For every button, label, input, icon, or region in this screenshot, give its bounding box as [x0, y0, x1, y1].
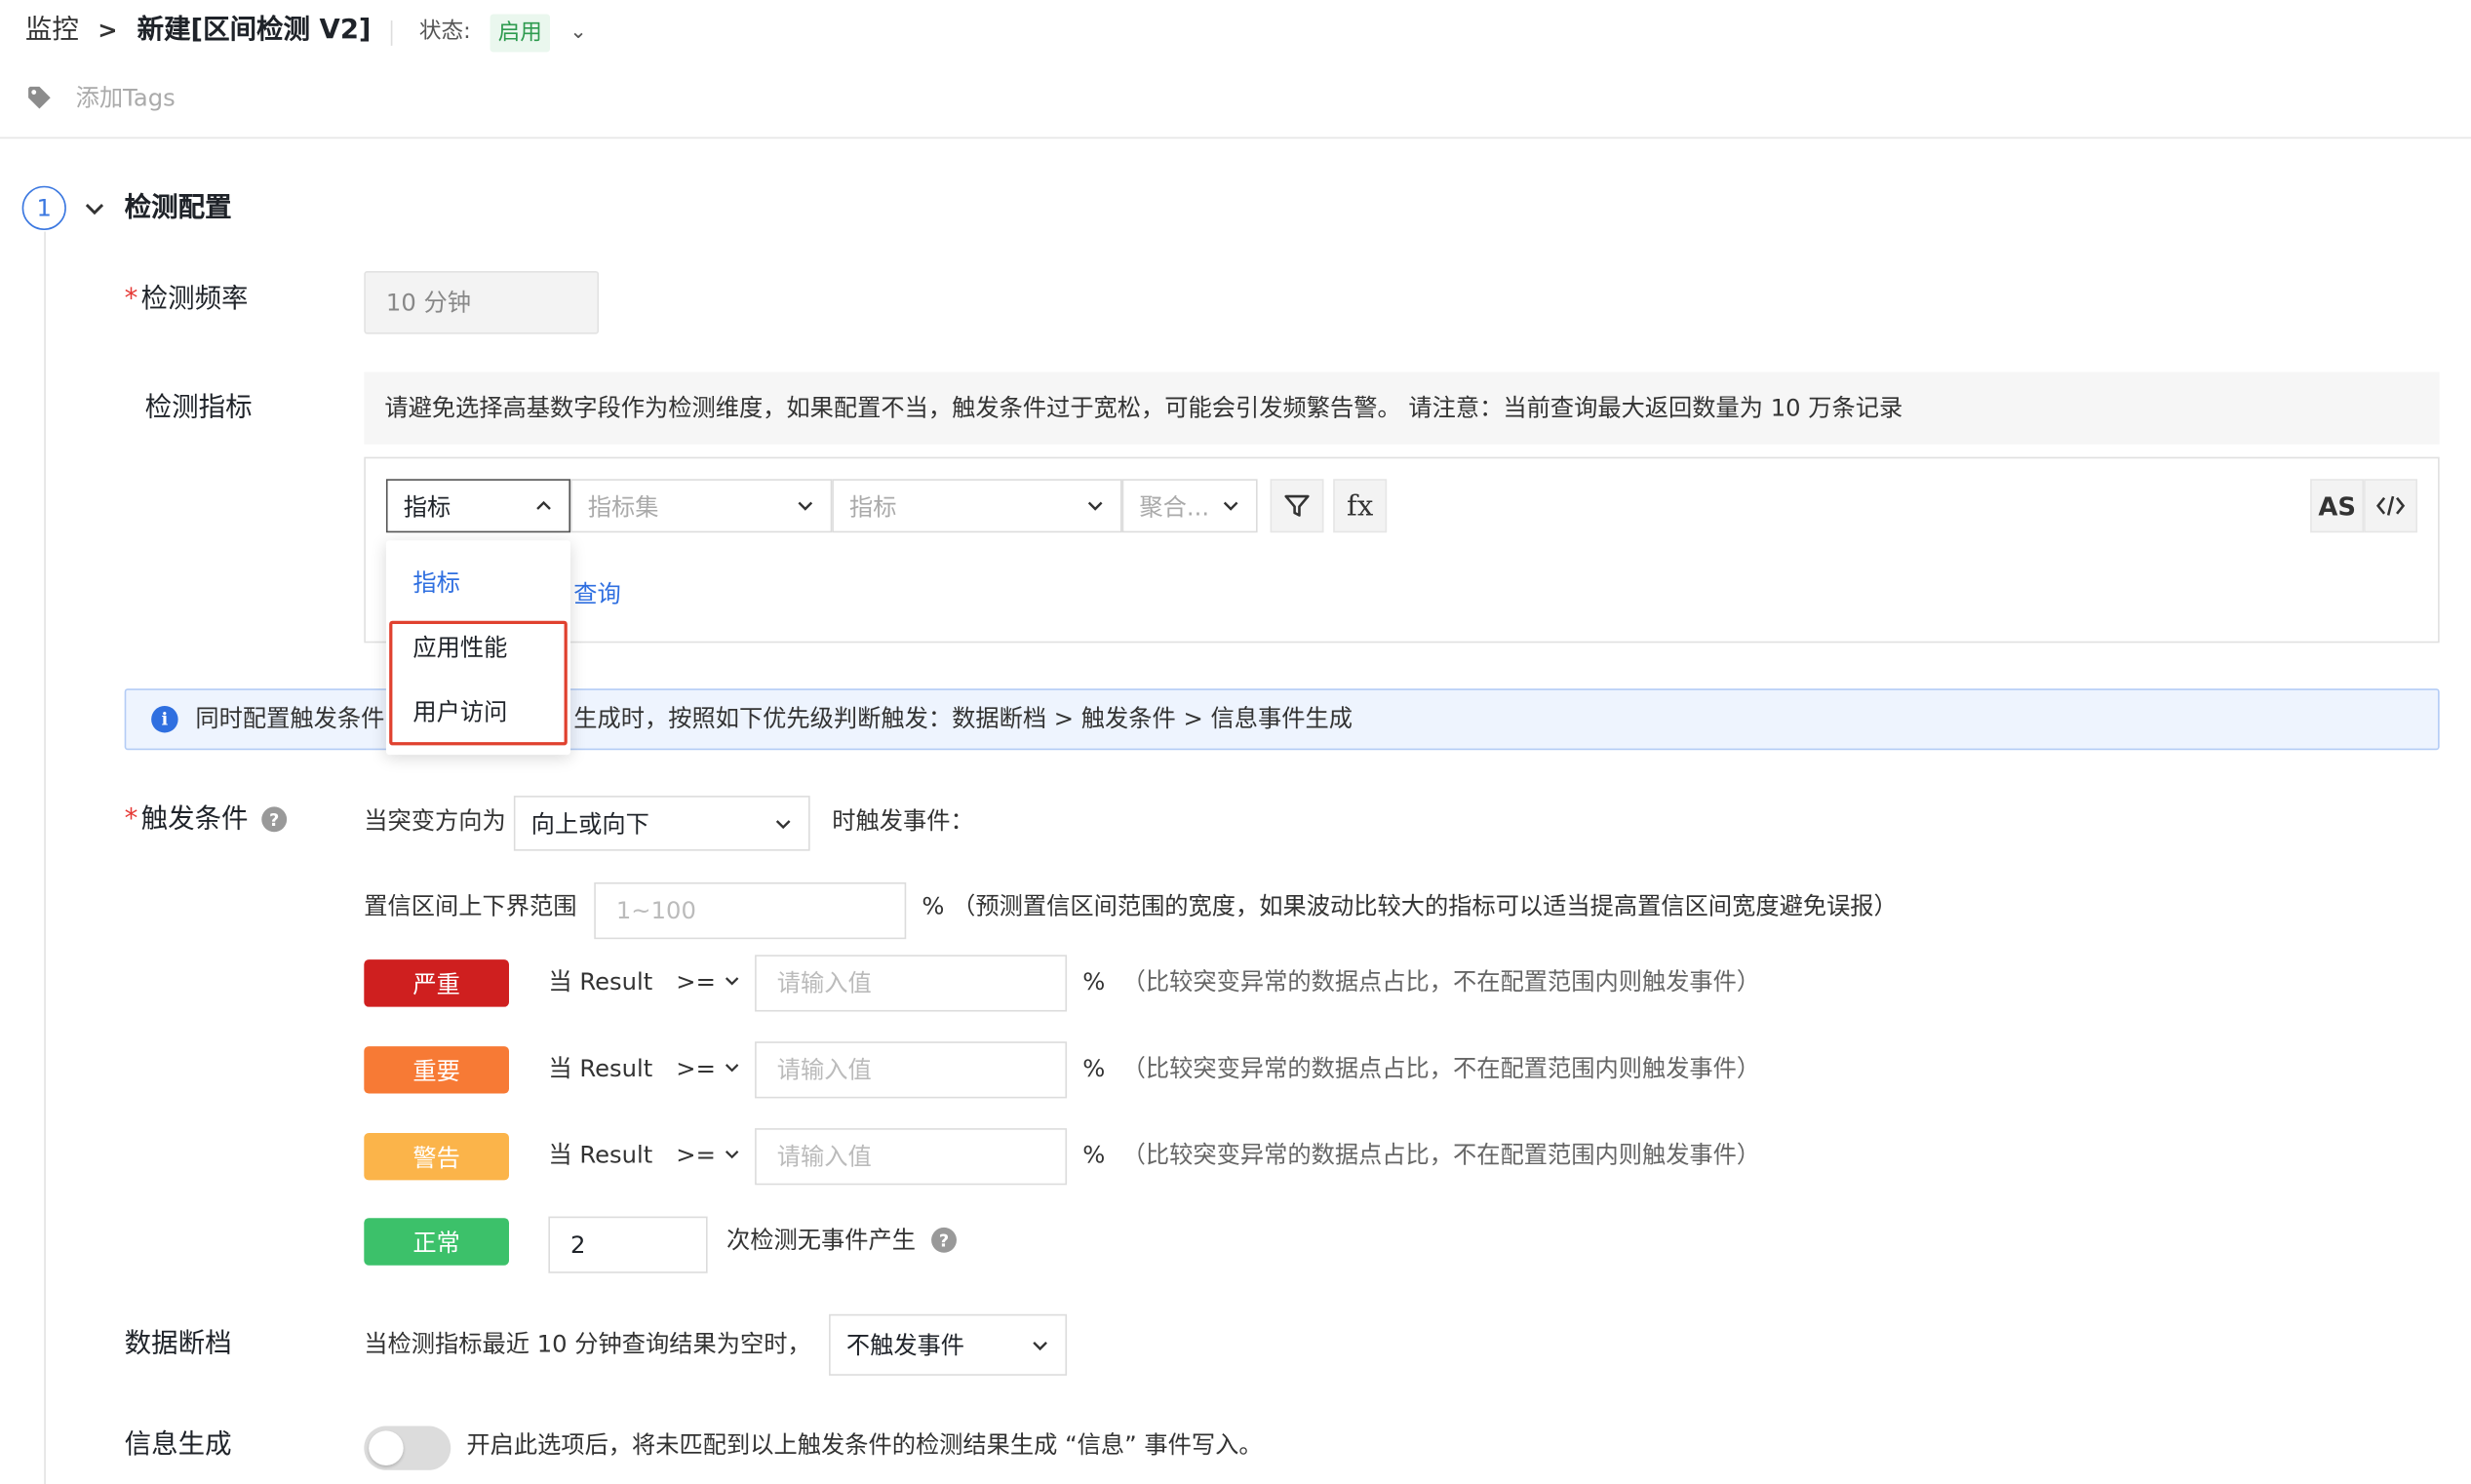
important-threshold-input[interactable]: 请输入值: [755, 1041, 1068, 1099]
metric-placeholder: 指标: [849, 492, 897, 522]
critical-threshold-input[interactable]: 请输入值: [755, 955, 1068, 1012]
trigger-label: * 触发条件: [124, 803, 249, 836]
severity-normal-badge: 正常: [364, 1218, 509, 1266]
infogen-text: 开启此选项后，将未匹配到以上触发条件的检测结果生成 “信息” 事件写入。: [466, 1430, 1263, 1460]
aggregate-select[interactable]: 聚合...: [1121, 479, 1258, 533]
chevron-down-icon: [725, 977, 739, 986]
infogen-label: 信息生成: [124, 1428, 232, 1462]
section-title: 检测配置: [124, 192, 232, 224]
alias-button[interactable]: AS: [2310, 479, 2365, 533]
direction-value: 向上或向下: [530, 809, 649, 839]
step-line: [44, 231, 46, 1484]
unit-label: %: [1082, 967, 1106, 996]
operator-select[interactable]: >=: [676, 1057, 740, 1080]
filter-icon: [1284, 494, 1310, 517]
unit-label: %: [1082, 1054, 1106, 1083]
frequency-field[interactable]: 10 分钟: [364, 270, 600, 334]
metric-select[interactable]: 指标: [832, 479, 1122, 533]
range-hint: % （预测置信区间范围的宽度，如果波动比较大的指标可以适当提高置信区间宽度避免误…: [922, 891, 1898, 920]
normal-count-input[interactable]: 2: [548, 1216, 708, 1273]
warning-threshold-input[interactable]: 请输入值: [755, 1128, 1068, 1186]
nodata-label: 数据断档: [124, 1328, 232, 1360]
severity-important-badge: 重要: [364, 1046, 509, 1094]
chevron-down-icon: [798, 501, 813, 511]
chevron-down-icon: [1087, 501, 1103, 511]
range-label: 置信区间上下界范围: [364, 891, 577, 920]
function-button[interactable]: fx: [1333, 479, 1388, 533]
filter-button[interactable]: [1270, 479, 1324, 533]
severity-warning-badge: 警告: [364, 1132, 509, 1181]
range-input[interactable]: 1~100: [594, 881, 907, 940]
condition-label: 当 Result: [548, 1054, 653, 1083]
source-select-value: 指标: [403, 492, 451, 522]
source-dropdown: 指标 应用性能 用户访问: [385, 540, 571, 756]
severity-critical-badge: 严重: [364, 959, 509, 1007]
condition-label: 当 Result: [548, 1141, 653, 1170]
code-icon: [2375, 495, 2406, 516]
chevron-down-icon[interactable]: ⌄: [565, 16, 593, 47]
status-badge[interactable]: 启用: [490, 14, 551, 53]
chevron-down-icon: [1033, 1341, 1047, 1350]
severity-hint: （比较突变异常的数据点占比，不在配置范围内则触发事件）: [1121, 967, 1761, 996]
header-divider-line: [0, 137, 2471, 139]
status-label: 状态:: [418, 19, 471, 45]
dropdown-option-metric[interactable]: 指标: [386, 571, 570, 596]
operator-select[interactable]: >=: [676, 1143, 740, 1167]
frequency-label: * 检测频率: [124, 283, 249, 316]
tag-icon[interactable]: [26, 85, 52, 110]
direction-suffix: 时触发事件：: [832, 806, 974, 836]
chevron-down-icon: [1223, 501, 1238, 511]
chevron-down-icon: [725, 1064, 739, 1073]
nodata-value: 不触发事件: [845, 1331, 965, 1360]
info-text-right: 生成时，按照如下优先级判断触发：数据断档 > 触发条件 > 信息事件生成: [573, 704, 1353, 733]
metric-notice: 请避免选择高基数字段作为检测维度，如果配置不当，触发条件过于宽松，可能会引发频繁…: [364, 371, 2440, 445]
highlight-box: [389, 620, 568, 746]
severity-hint: （比较突变异常的数据点占比，不在配置范围内则触发事件）: [1121, 1054, 1761, 1083]
chevron-up-icon: [536, 500, 551, 510]
condition-label: 当 Result: [548, 967, 653, 996]
metric-set-select[interactable]: 指标集: [570, 479, 833, 533]
aggregate-placeholder: 聚合...: [1139, 492, 1210, 522]
page-title: 新建[区间检测 V2]: [137, 14, 372, 46]
severity-hint: （比较突变异常的数据点占比，不在配置范围内则触发事件）: [1121, 1141, 1761, 1170]
query-link[interactable]: 查询: [573, 582, 621, 606]
breadcrumb-separator: >: [98, 16, 118, 45]
normal-suffix: 次检测无事件产生: [726, 1226, 916, 1255]
header-divider: [390, 20, 393, 46]
code-button[interactable]: [2364, 479, 2418, 533]
info-icon: i: [151, 705, 178, 733]
step-number: 1: [21, 185, 66, 230]
breadcrumb-root[interactable]: 监控: [25, 17, 79, 44]
info-text-left: 同时配置触发条件: [195, 704, 385, 733]
unit-label: %: [1082, 1141, 1106, 1170]
toggle-knob: [369, 1430, 404, 1465]
metric-set-placeholder: 指标集: [587, 492, 659, 522]
direction-select[interactable]: 向上或向下: [513, 796, 810, 851]
add-tags-link[interactable]: 添加Tags: [76, 86, 176, 110]
nodata-text: 当检测指标最近 10 分钟查询结果为空时，: [364, 1329, 811, 1359]
operator-select[interactable]: >=: [676, 970, 740, 994]
help-icon[interactable]: ?: [931, 1227, 957, 1253]
nodata-select[interactable]: 不触发事件: [829, 1313, 1068, 1376]
chevron-down-icon: [725, 1151, 739, 1159]
source-select[interactable]: 指标: [385, 479, 571, 533]
metric-label: 检测指标: [144, 392, 253, 424]
direction-prefix: 当突变方向为: [364, 806, 506, 836]
chevron-down-icon: [775, 819, 791, 829]
help-icon[interactable]: ?: [261, 806, 288, 833]
collapse-chevron-icon[interactable]: [82, 195, 107, 220]
